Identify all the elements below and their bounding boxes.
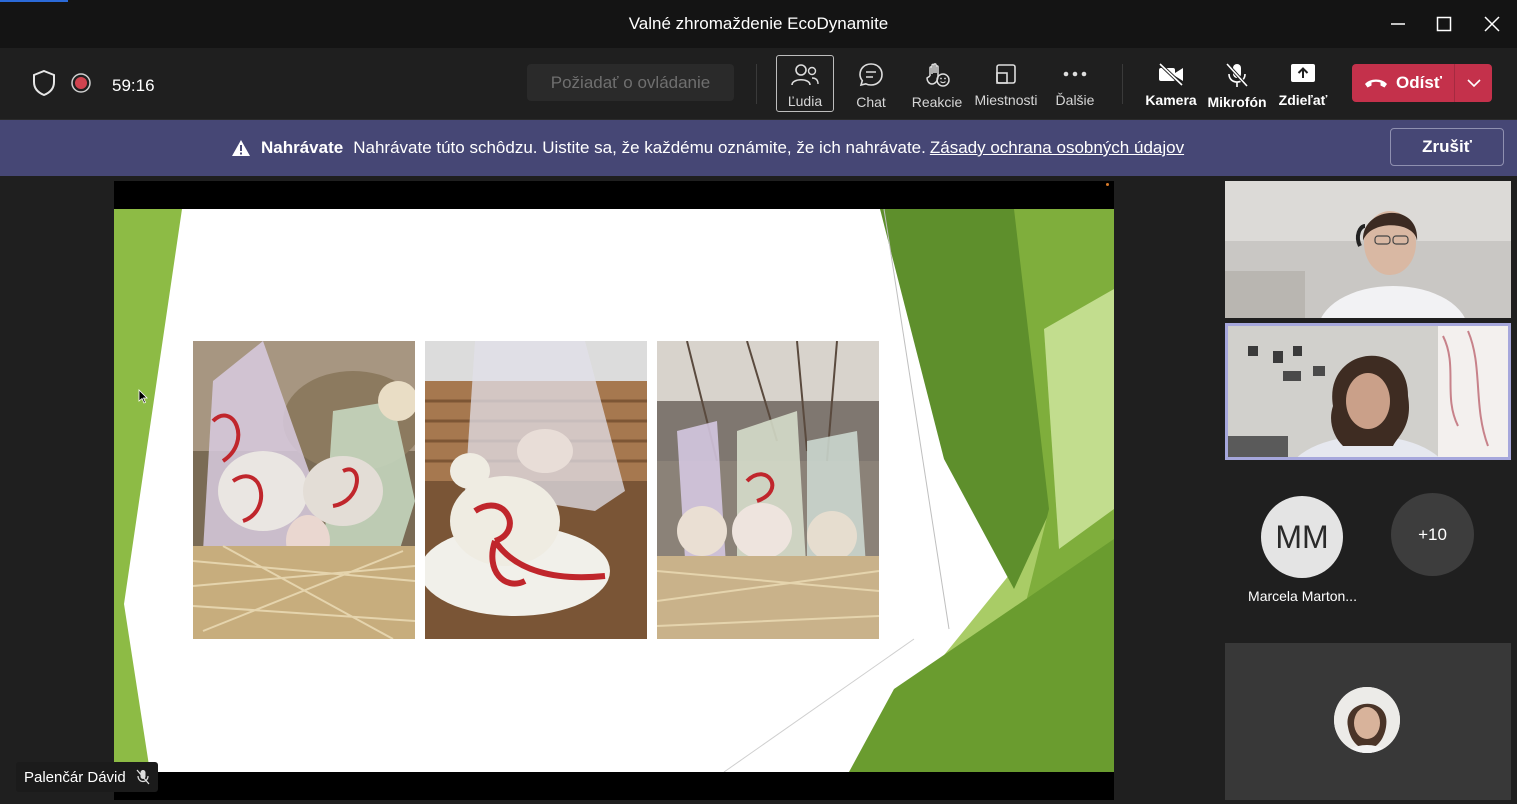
hang-up-icon: [1365, 79, 1388, 88]
presenter-name-tag: Palenčár Dávid: [16, 762, 158, 792]
request-control-button[interactable]: Požiadať o ovládanie: [527, 64, 734, 101]
chat-button[interactable]: Chat: [842, 55, 900, 112]
mic-off-icon: [1225, 62, 1249, 88]
banner-message: Nahrávate túto schôdzu. Uistite sa, že k…: [353, 138, 926, 157]
meeting-toolbar: 59:16 Požiadať o ovládanie Ľudia Chat Re…: [0, 48, 1517, 120]
people-label: Ľudia: [787, 93, 823, 109]
main-stage: Palenčár Dávid: [0, 176, 1220, 804]
more-button[interactable]: Ďalšie: [1046, 55, 1104, 112]
presentation-slide: [114, 209, 1114, 772]
share-label: Zdieľať: [1278, 92, 1328, 108]
leave-button-group: Odísť: [1352, 64, 1492, 102]
camera-label: Kamera: [1145, 92, 1197, 108]
slide-photo-1: [193, 341, 415, 639]
rooms-icon: [996, 64, 1016, 84]
warning-icon: [232, 140, 250, 156]
meeting-timer: 59:16: [112, 75, 155, 95]
recording-banner: Nahrávate Nahrávate túto schôdzu. Uistit…: [0, 120, 1517, 176]
more-participants-button[interactable]: +10: [1391, 493, 1474, 576]
shield-icon[interactable]: [32, 69, 56, 101]
minimize-icon: [1391, 23, 1405, 25]
close-icon: [1484, 16, 1500, 32]
rooms-button[interactable]: Miestnosti: [974, 55, 1038, 112]
window-title: Valné zhromaždenie EcoDynamite: [628, 14, 889, 33]
close-window-button[interactable]: [1470, 8, 1514, 40]
reactions-button[interactable]: Reakcie: [908, 55, 966, 112]
slide-photo-3: [657, 341, 879, 639]
more-label: Ďalšie: [1055, 92, 1095, 108]
share-icon: [1291, 64, 1315, 82]
participant-video-1[interactable]: [1225, 181, 1511, 318]
participant-video-2-active-speaker[interactable]: [1225, 323, 1511, 460]
participant-tile-4[interactable]: [1225, 643, 1511, 800]
people-button[interactable]: Ľudia: [776, 55, 834, 112]
toolbar-divider: [756, 64, 757, 104]
more-icon: [1063, 71, 1087, 77]
toolbar-divider: [1122, 64, 1123, 104]
chat-icon: [859, 63, 883, 87]
title-accent: [0, 0, 68, 2]
maximize-button[interactable]: [1422, 8, 1466, 40]
camera-button[interactable]: Kamera: [1142, 55, 1200, 112]
slide-photo-2: [425, 341, 647, 639]
maximize-icon: [1436, 16, 1452, 32]
title-bar: Valné zhromaždenie EcoDynamite: [0, 0, 1517, 48]
participant-photo-avatar: [1334, 687, 1400, 753]
mic-off-icon: [136, 769, 150, 785]
participant-name: Marcela Marton...: [1248, 588, 1357, 604]
shared-screen: [114, 181, 1114, 800]
leave-button[interactable]: Odísť: [1352, 64, 1454, 102]
cancel-recording-button[interactable]: Zrušiť: [1390, 128, 1504, 166]
minimize-button[interactable]: [1376, 8, 1420, 40]
privacy-policy-link[interactable]: Zásady ochrana osobných údajov: [930, 138, 1184, 158]
participant-avatar-initials[interactable]: MM: [1261, 496, 1343, 578]
microphone-label: Mikrofón: [1207, 94, 1267, 110]
recording-indicator-icon: [70, 72, 92, 99]
reactions-icon: [926, 63, 950, 87]
mouse-cursor-icon: [138, 389, 148, 404]
chat-label: Chat: [856, 94, 886, 110]
presenter-pointer-dot: [1106, 183, 1109, 186]
chevron-down-icon: [1466, 79, 1481, 88]
share-button[interactable]: Zdieľať: [1274, 55, 1332, 112]
leave-options-dropdown[interactable]: [1454, 64, 1492, 102]
banner-title: Nahrávate: [261, 138, 344, 157]
microphone-button[interactable]: Mikrofón: [1207, 55, 1267, 112]
reactions-label: Reakcie: [911, 94, 963, 110]
rooms-label: Miestnosti: [974, 92, 1038, 108]
leave-label: Odísť: [1396, 73, 1442, 92]
participant-panel: MM Marcela Marton... +10: [1220, 176, 1517, 804]
people-icon: [791, 64, 819, 86]
camera-off-icon: [1158, 62, 1184, 86]
presenter-name: Palenčár Dávid: [24, 768, 126, 786]
